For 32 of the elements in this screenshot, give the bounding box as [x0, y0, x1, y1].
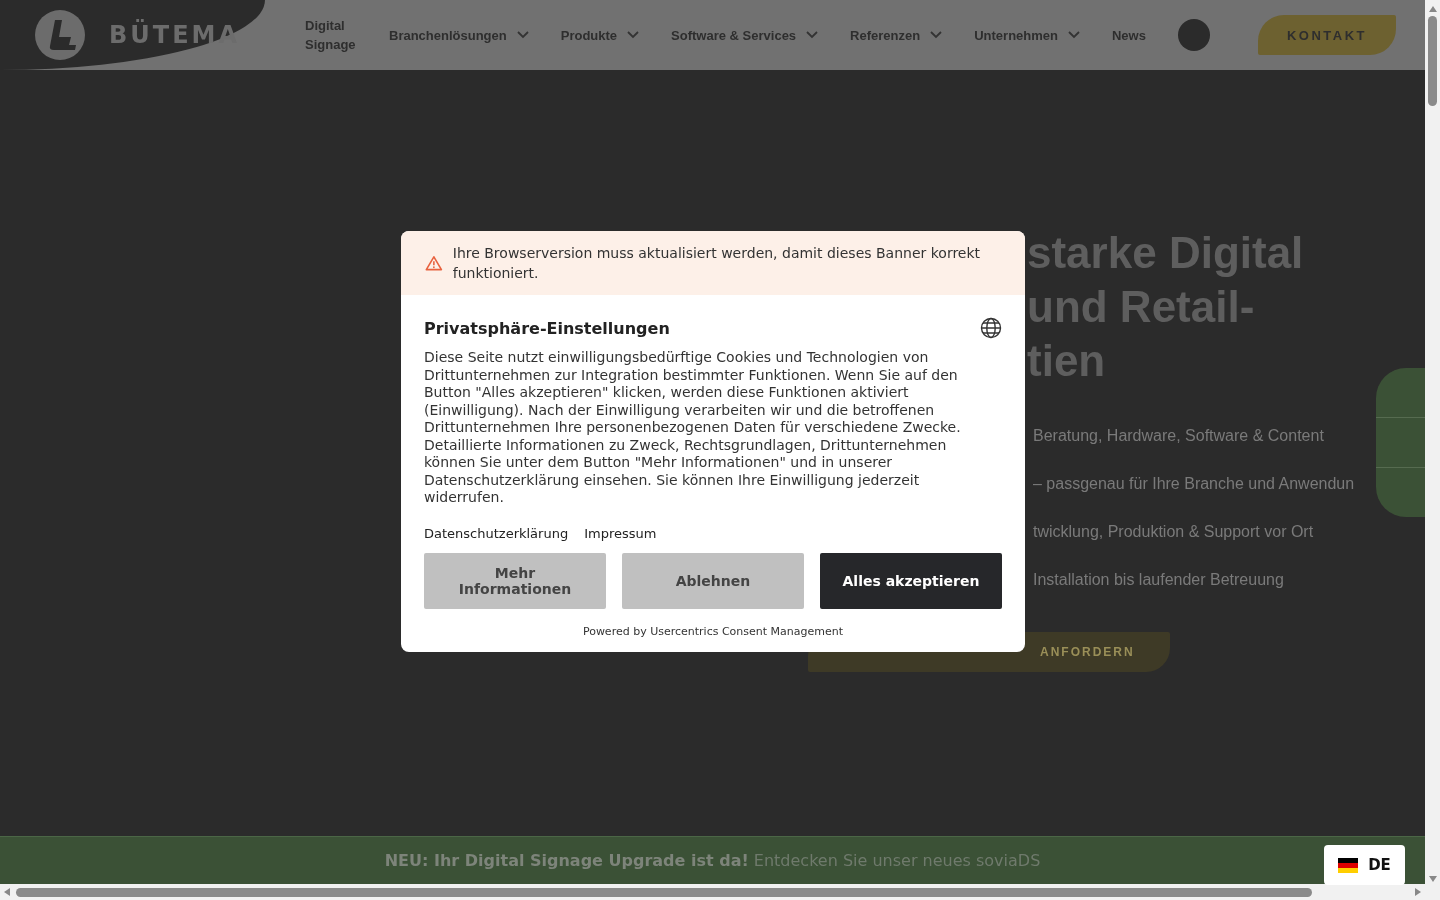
nav-link[interactable]: Branchenlösungen — [389, 27, 529, 43]
dialog-text: Diese Seite nutzt einwilligungsbedürftige Cookies und Technologien von Drittunternehmen zur Integration bestimmter Funktionen. Wenn Sie auf den Button "Alles akzeptieren" klicken, werden diese Funktionen aktiviert (Einwilligung). Nach der Einwilligung verarbeiten wir und die betroffenen Drittunternehmen Ihre personenbezogenen Daten für verschiedene Zwecke. Detaillierte Informationen zu Zweck, Rechtsgrundlagen, Drittunternehmen können Sie unter dem Button "Mehr Informationen" und in unserer Datenschutzerklärung einsehen. Sie können Ihre Einwilligung jederzeit widerrufen. — [424, 349, 962, 507]
nav-link[interactable]: Referenzen — [850, 27, 943, 43]
feature-text: Beratung, Hardware, Software & Content — [1032, 426, 1325, 446]
warning-icon — [425, 254, 443, 272]
dialog-title: Privatsphäre-Einstellungen — [424, 318, 670, 338]
side-tab[interactable] — [1376, 368, 1425, 417]
contact-button[interactable]: KONTAKT — [1257, 15, 1396, 55]
logo-icon — [35, 10, 85, 60]
feature-text: twicklung, Produktion & Support vor Ort — [1032, 522, 1315, 542]
nav-link[interactable]: Software & Services — [671, 27, 819, 43]
side-tab[interactable] — [1376, 467, 1425, 517]
consent-button[interactable]: Mehr Informationen — [424, 552, 606, 609]
globe-icon[interactable] — [980, 317, 1002, 339]
flag-icon — [1338, 857, 1359, 873]
circle-button[interactable] — [1177, 19, 1210, 51]
consent-button[interactable]: Alles akzeptieren — [820, 552, 1002, 609]
scroll-down-icon[interactable] — [1428, 876, 1437, 882]
scroll-up-icon[interactable] — [1428, 6, 1437, 12]
feature-text: Installation bis laufender Betreuung — [1032, 570, 1285, 590]
nav-link[interactable]: Digital Signage — [305, 16, 357, 54]
feature-text: – passgenau für Ihre Branche und Anwendun — [1032, 474, 1355, 494]
scroll-right-icon[interactable] — [1415, 888, 1421, 896]
consent-button[interactable]: Ablehnen — [622, 552, 804, 609]
scroll-left-icon[interactable] — [4, 888, 10, 896]
footer-link[interactable]: Impressum — [584, 525, 657, 541]
nav-link[interactable]: Produkte — [560, 27, 640, 43]
warning-text: Ihre Browserversion muss aktualisiert werden, damit dieses Banner korrekt funktioniert. — [452, 244, 982, 283]
footer-link[interactable]: Datenschutzerklärung — [424, 525, 569, 541]
language-button[interactable]: DE — [1324, 845, 1405, 885]
nav-link[interactable]: News — [1112, 27, 1146, 43]
nav-link[interactable]: Unternehmen — [974, 27, 1080, 43]
